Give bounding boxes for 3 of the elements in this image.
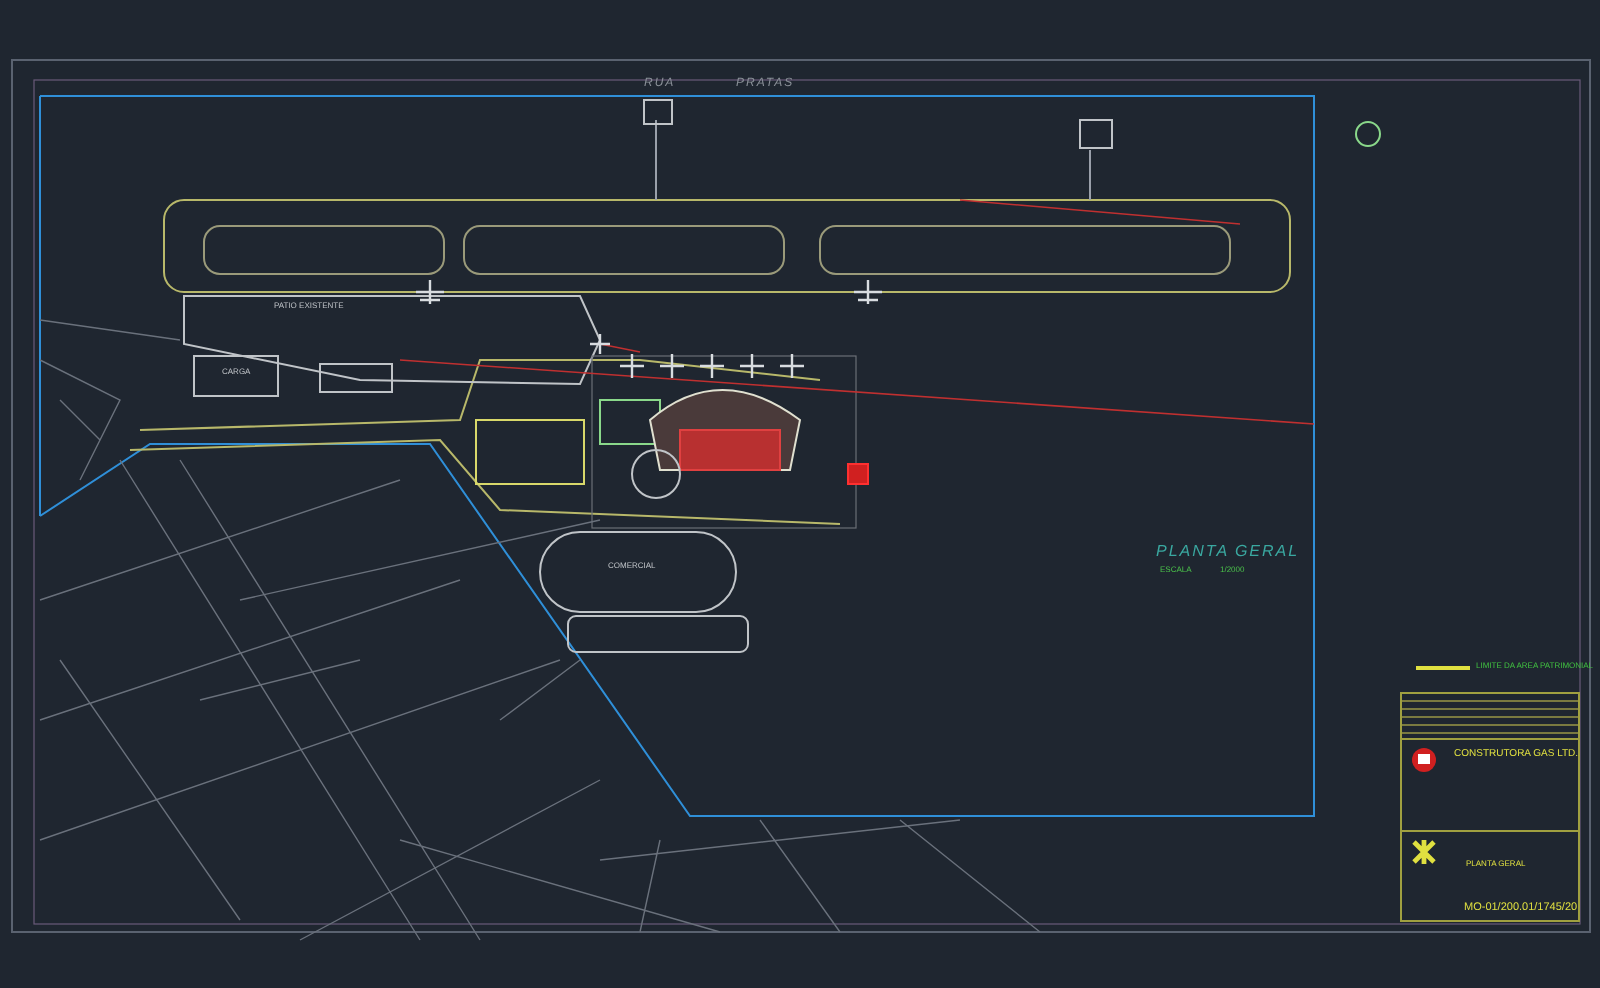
company-logo-icon: [1410, 746, 1438, 774]
star-logo-icon: [1410, 838, 1438, 866]
plan-title: PLANTA GERAL: [1156, 544, 1300, 560]
